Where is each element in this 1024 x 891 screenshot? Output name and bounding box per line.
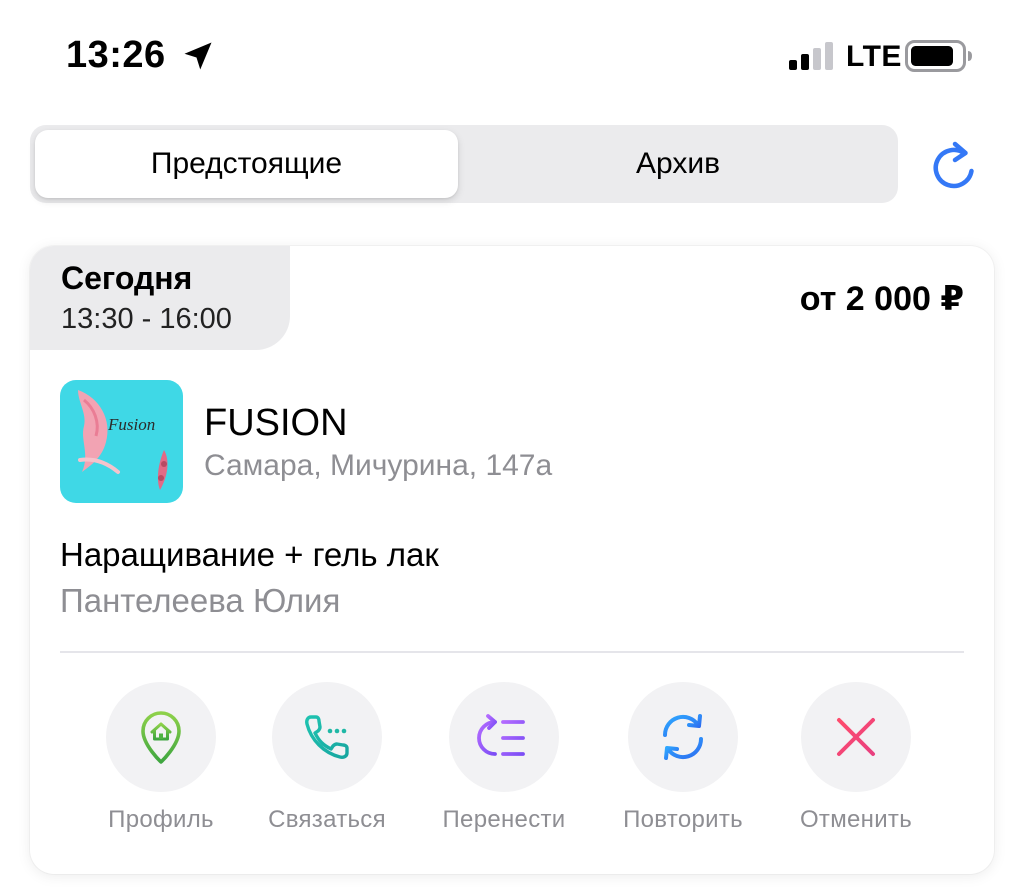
- contact-button-circle[interactable]: [272, 682, 382, 792]
- reschedule-button-circle[interactable]: [449, 682, 559, 792]
- home-pin-icon: [141, 711, 181, 764]
- date-badge: Сегодня 13:30 - 16:00: [30, 246, 290, 350]
- repeat-button[interactable]: Повторить: [603, 682, 763, 834]
- repeat-icon: [662, 714, 704, 760]
- profile-button-circle[interactable]: [106, 682, 216, 792]
- location-arrow-icon: [184, 42, 212, 70]
- salon-name[interactable]: FUSION: [204, 402, 348, 445]
- master-name: Пантелеева Юлия: [60, 582, 341, 619]
- profile-label: Профиль: [108, 806, 214, 833]
- reschedule-icon: [477, 714, 525, 756]
- appointments-screen: 13:26 LTE Предстоящие Архив Сегодня 13:3…: [0, 0, 1024, 891]
- battery-icon: [905, 40, 972, 72]
- service-name: Наращивание + гель лак: [60, 536, 439, 573]
- contact-label: Связаться: [268, 806, 386, 833]
- profile-button[interactable]: Профиль: [81, 682, 241, 834]
- repeat-label: Повторить: [623, 806, 743, 833]
- divider: [60, 651, 964, 653]
- cancel-button-circle[interactable]: [801, 682, 911, 792]
- appointment-time: 13:30 - 16:00: [61, 303, 232, 335]
- salon-address: Самара, Мичурина, 147а: [204, 449, 553, 482]
- close-icon: [837, 718, 875, 756]
- repeat-button-circle[interactable]: [628, 682, 738, 792]
- contact-button[interactable]: Связаться: [247, 682, 407, 834]
- refresh-icon[interactable]: [926, 140, 982, 196]
- reschedule-button[interactable]: Перенести: [424, 682, 584, 834]
- reschedule-label: Перенести: [442, 806, 566, 833]
- appointment-price: от 2 000 ₽: [799, 280, 964, 318]
- cancel-button[interactable]: Отменить: [776, 682, 936, 834]
- tab-archive[interactable]: Архив: [463, 130, 893, 198]
- tab-upcoming[interactable]: Предстоящие: [35, 130, 458, 198]
- status-bar: 13:26 LTE: [0, 0, 1024, 110]
- salon-logo-image: Fusion: [60, 380, 183, 503]
- appointment-day: Сегодня: [61, 260, 193, 296]
- cancel-label: Отменить: [799, 806, 913, 833]
- phone-icon: [305, 715, 349, 759]
- appointment-card[interactable]: Сегодня 13:30 - 16:00 от 2 000 ₽ Fusion …: [30, 246, 994, 874]
- appointments-segmented-control: Предстоящие Архив: [30, 125, 898, 203]
- salon-logo-text: Fusion: [107, 415, 155, 434]
- salon-logo[interactable]: Fusion: [60, 380, 183, 503]
- status-time: 13:26: [66, 34, 166, 76]
- network-type: LTE: [846, 40, 902, 73]
- signal-icon: [789, 42, 833, 70]
